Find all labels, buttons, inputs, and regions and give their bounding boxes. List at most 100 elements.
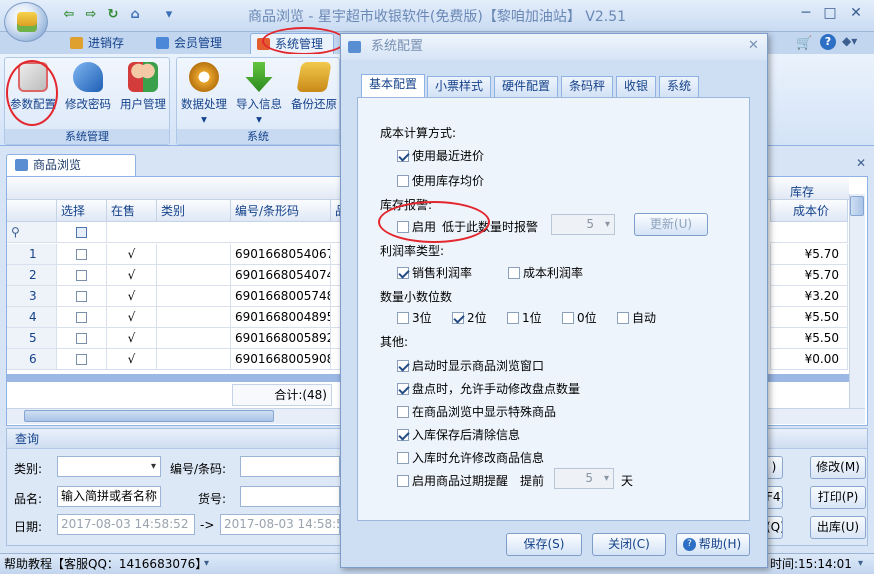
help-icon[interactable]: ? xyxy=(820,34,836,50)
dlg-tab-system[interactable]: 系统 xyxy=(659,76,700,97)
change-password-button[interactable]: 修改密码 xyxy=(60,60,116,120)
row-code[interactable]: 6901668054074 xyxy=(231,265,331,286)
cost-profit-checkbox[interactable]: 成本利润率 xyxy=(508,264,583,281)
minimize-button[interactable]: ─ xyxy=(794,4,818,24)
row-category[interactable] xyxy=(157,244,231,265)
row-code[interactable]: 6901668054067 xyxy=(231,244,331,265)
outbound-button[interactable]: 出库(U) xyxy=(810,516,866,539)
code-input[interactable] xyxy=(240,456,340,477)
help-button[interactable]: ? 帮助(H) xyxy=(676,533,750,556)
cart-icon[interactable]: 🛒 xyxy=(796,36,812,51)
row-number[interactable]: 3 xyxy=(7,286,57,307)
clear-after-save-checkbox[interactable]: 入库保存后清除信息 xyxy=(397,426,520,443)
dlg-tab-cashier[interactable]: 收银 xyxy=(616,76,657,97)
print-button[interactable]: 打印(P) xyxy=(810,486,866,509)
row-category[interactable] xyxy=(157,328,231,349)
row-code[interactable]: 6901668005748 xyxy=(231,286,331,307)
vscroll-thumb[interactable] xyxy=(850,196,864,216)
row-select-checkbox[interactable] xyxy=(57,307,107,328)
update-button[interactable]: 更新(U) xyxy=(634,213,708,236)
row-number[interactable]: 1 xyxy=(7,244,57,265)
close-window-button[interactable]: ✕ xyxy=(844,4,868,24)
dlg-tab-basic[interactable]: 基本配置 xyxy=(361,74,426,98)
select-all-checkbox[interactable] xyxy=(57,222,107,243)
dlg-tab-scale[interactable]: 条码秤 xyxy=(561,76,614,97)
cost-latest-checkbox[interactable]: 使用最近进价 xyxy=(397,147,484,164)
date-to-input[interactable]: 2017-08-03 14:58:52 xyxy=(220,514,340,535)
dropdown-arrow-icon[interactable]: ▾ xyxy=(204,554,209,574)
user-manage-button[interactable]: 用户管理 xyxy=(115,60,171,120)
close-doc-icon[interactable]: ✕ xyxy=(856,156,866,170)
col-select[interactable]: 选择 xyxy=(57,200,107,222)
modify-on-inbound-checkbox[interactable]: 入库时允许修改商品信息 xyxy=(397,449,544,466)
row-category[interactable] xyxy=(157,286,231,307)
row-cost[interactable]: ¥5.50 xyxy=(770,328,848,349)
row-select-checkbox[interactable] xyxy=(57,328,107,349)
refresh-icon[interactable]: ↻ xyxy=(104,6,122,24)
date-from-input[interactable]: 2017-08-03 14:58:52 xyxy=(57,514,195,535)
maximize-button[interactable]: □ xyxy=(818,4,842,24)
col-cost[interactable]: 成本价 xyxy=(770,200,848,222)
customize-toolbar-icon[interactable]: ▾ xyxy=(160,6,178,24)
row-category[interactable] xyxy=(157,349,231,370)
row-cost[interactable]: ¥5.70 xyxy=(770,265,848,286)
row-onsale[interactable]: √ xyxy=(107,286,157,307)
name-input[interactable]: 输入简拼或者名称 xyxy=(57,486,161,507)
row-number[interactable]: 6 xyxy=(7,349,57,370)
row-select-checkbox[interactable] xyxy=(57,349,107,370)
col-onsale[interactable]: 在售 xyxy=(107,200,157,222)
dec-auto-checkbox[interactable]: 自动 xyxy=(617,309,656,326)
alarm-quantity-spinner[interactable]: 5 xyxy=(551,214,615,235)
row-onsale[interactable]: √ xyxy=(107,349,157,370)
data-process-button[interactable]: 数据处理 ▾ xyxy=(176,60,232,126)
row-category[interactable] xyxy=(157,265,231,286)
expire-days-spinner[interactable]: 5 xyxy=(554,468,614,489)
row-onsale[interactable]: √ xyxy=(107,307,157,328)
col-category[interactable]: 类别 xyxy=(157,200,231,222)
row-cost[interactable]: ¥5.50 xyxy=(770,307,848,328)
tab-inventory[interactable]: 进销存 xyxy=(64,33,134,54)
dlg-tab-receipt[interactable]: 小票样式 xyxy=(427,76,492,97)
sale-profit-checkbox[interactable]: 销售利润率 xyxy=(397,264,472,281)
import-info-button[interactable]: 导入信息 ▾ xyxy=(231,60,287,126)
row-select-checkbox[interactable] xyxy=(57,286,107,307)
row-cost[interactable]: ¥3.20 xyxy=(770,286,848,307)
hscroll-thumb[interactable] xyxy=(24,410,274,422)
backup-restore-button[interactable]: 备份还原 xyxy=(286,60,342,120)
row-code[interactable]: 6901668004895 xyxy=(231,307,331,328)
row-onsale[interactable]: √ xyxy=(107,244,157,265)
expire-reminder-checkbox[interactable]: 启用商品过期提醒 xyxy=(397,472,508,489)
help-tutorial-link[interactable]: 帮助教程【客服QQ：1416683076】 xyxy=(4,554,207,574)
row-category[interactable] xyxy=(157,307,231,328)
col-code[interactable]: 编号/条形码 xyxy=(231,200,331,222)
filter-cell-cost[interactable] xyxy=(770,222,848,243)
filter-row[interactable] xyxy=(107,222,343,243)
row-cost[interactable]: ¥0.00 xyxy=(770,349,848,370)
row-number[interactable]: 4 xyxy=(7,307,57,328)
row-cost[interactable]: ¥5.70 xyxy=(770,244,848,265)
dec-3-checkbox[interactable]: 3位 xyxy=(397,309,432,326)
dec-1-checkbox[interactable]: 1位 xyxy=(507,309,542,326)
row-select-checkbox[interactable] xyxy=(57,244,107,265)
goods-no-input[interactable] xyxy=(240,486,340,507)
back-arrow-icon[interactable]: ⇦ xyxy=(60,6,78,24)
theme-icon[interactable]: ◆▾ xyxy=(842,34,868,50)
dlg-tab-hardware[interactable]: 硬件配置 xyxy=(494,76,559,97)
forward-arrow-icon[interactable]: ⇨ xyxy=(82,6,100,24)
cost-average-checkbox[interactable]: 使用库存均价 xyxy=(397,172,484,189)
row-onsale[interactable]: √ xyxy=(107,265,157,286)
modify-button[interactable]: 修改(M) xyxy=(810,456,866,479)
category-select[interactable]: ▾ xyxy=(57,456,161,477)
save-button[interactable]: 保存(S) xyxy=(506,533,582,556)
row-number[interactable]: 2 xyxy=(7,265,57,286)
tab-member[interactable]: 会员管理 xyxy=(150,33,232,54)
vertical-scrollbar[interactable] xyxy=(849,194,865,408)
dec-0-checkbox[interactable]: 0位 xyxy=(562,309,597,326)
filter-icon[interactable]: ⚲ xyxy=(7,222,57,243)
dec-2-checkbox[interactable]: 2位 xyxy=(452,309,487,326)
special-goods-checkbox[interactable]: 在商品浏览中显示特殊商品 xyxy=(397,403,556,420)
show-browse-checkbox[interactable]: 启动时显示商品浏览窗口 xyxy=(397,357,544,374)
manual-count-checkbox[interactable]: 盘点时，允许手动修改盘点数量 xyxy=(397,380,580,397)
home-icon[interactable]: ⌂ xyxy=(126,6,144,24)
doc-tab-goods-browse[interactable]: 商品浏览 xyxy=(6,154,136,176)
